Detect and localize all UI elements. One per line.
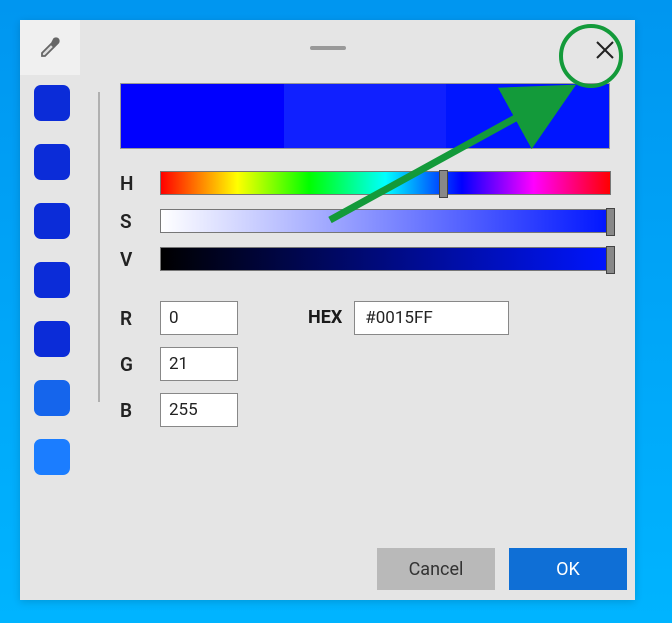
preview-new xyxy=(446,84,609,148)
swatch-2[interactable] xyxy=(34,203,70,239)
r-input[interactable] xyxy=(160,301,238,335)
cancel-button[interactable]: Cancel xyxy=(377,548,495,590)
b-input[interactable] xyxy=(160,393,238,427)
hue-slider[interactable] xyxy=(160,171,611,195)
r-label: R xyxy=(120,307,160,330)
val-slider[interactable] xyxy=(160,247,611,271)
ok-button[interactable]: OK xyxy=(509,548,627,590)
sat-thumb[interactable] xyxy=(606,208,615,236)
close-button[interactable] xyxy=(581,26,629,74)
window-grip[interactable] xyxy=(310,46,346,50)
b-label: B xyxy=(120,399,160,422)
swatch-5[interactable] xyxy=(34,380,70,416)
swatch-0[interactable] xyxy=(34,85,70,121)
preview-mid xyxy=(284,84,447,148)
preview-old xyxy=(121,84,284,148)
swatch-4[interactable] xyxy=(34,321,70,357)
eyedropper-icon xyxy=(38,36,62,60)
hue-thumb[interactable] xyxy=(439,170,448,198)
recent-swatches xyxy=(20,75,90,475)
color-picker-dialog: H S V R xyxy=(20,20,635,600)
titlebar xyxy=(20,20,635,75)
eyedropper-button[interactable] xyxy=(20,20,80,75)
hue-label: H xyxy=(120,172,160,195)
hex-label: HEX xyxy=(308,301,342,328)
hex-input[interactable] xyxy=(354,301,509,335)
g-label: G xyxy=(120,353,160,376)
val-thumb[interactable] xyxy=(606,246,615,274)
main-panel: H S V R xyxy=(90,75,631,475)
color-preview[interactable] xyxy=(120,83,610,149)
close-icon xyxy=(595,40,615,60)
swatch-3[interactable] xyxy=(34,262,70,298)
val-label: V xyxy=(120,248,160,271)
g-input[interactable] xyxy=(160,347,238,381)
swatch-6[interactable] xyxy=(34,439,70,475)
sat-slider[interactable] xyxy=(160,209,611,233)
sat-label: S xyxy=(120,210,160,233)
swatch-1[interactable] xyxy=(34,144,70,180)
